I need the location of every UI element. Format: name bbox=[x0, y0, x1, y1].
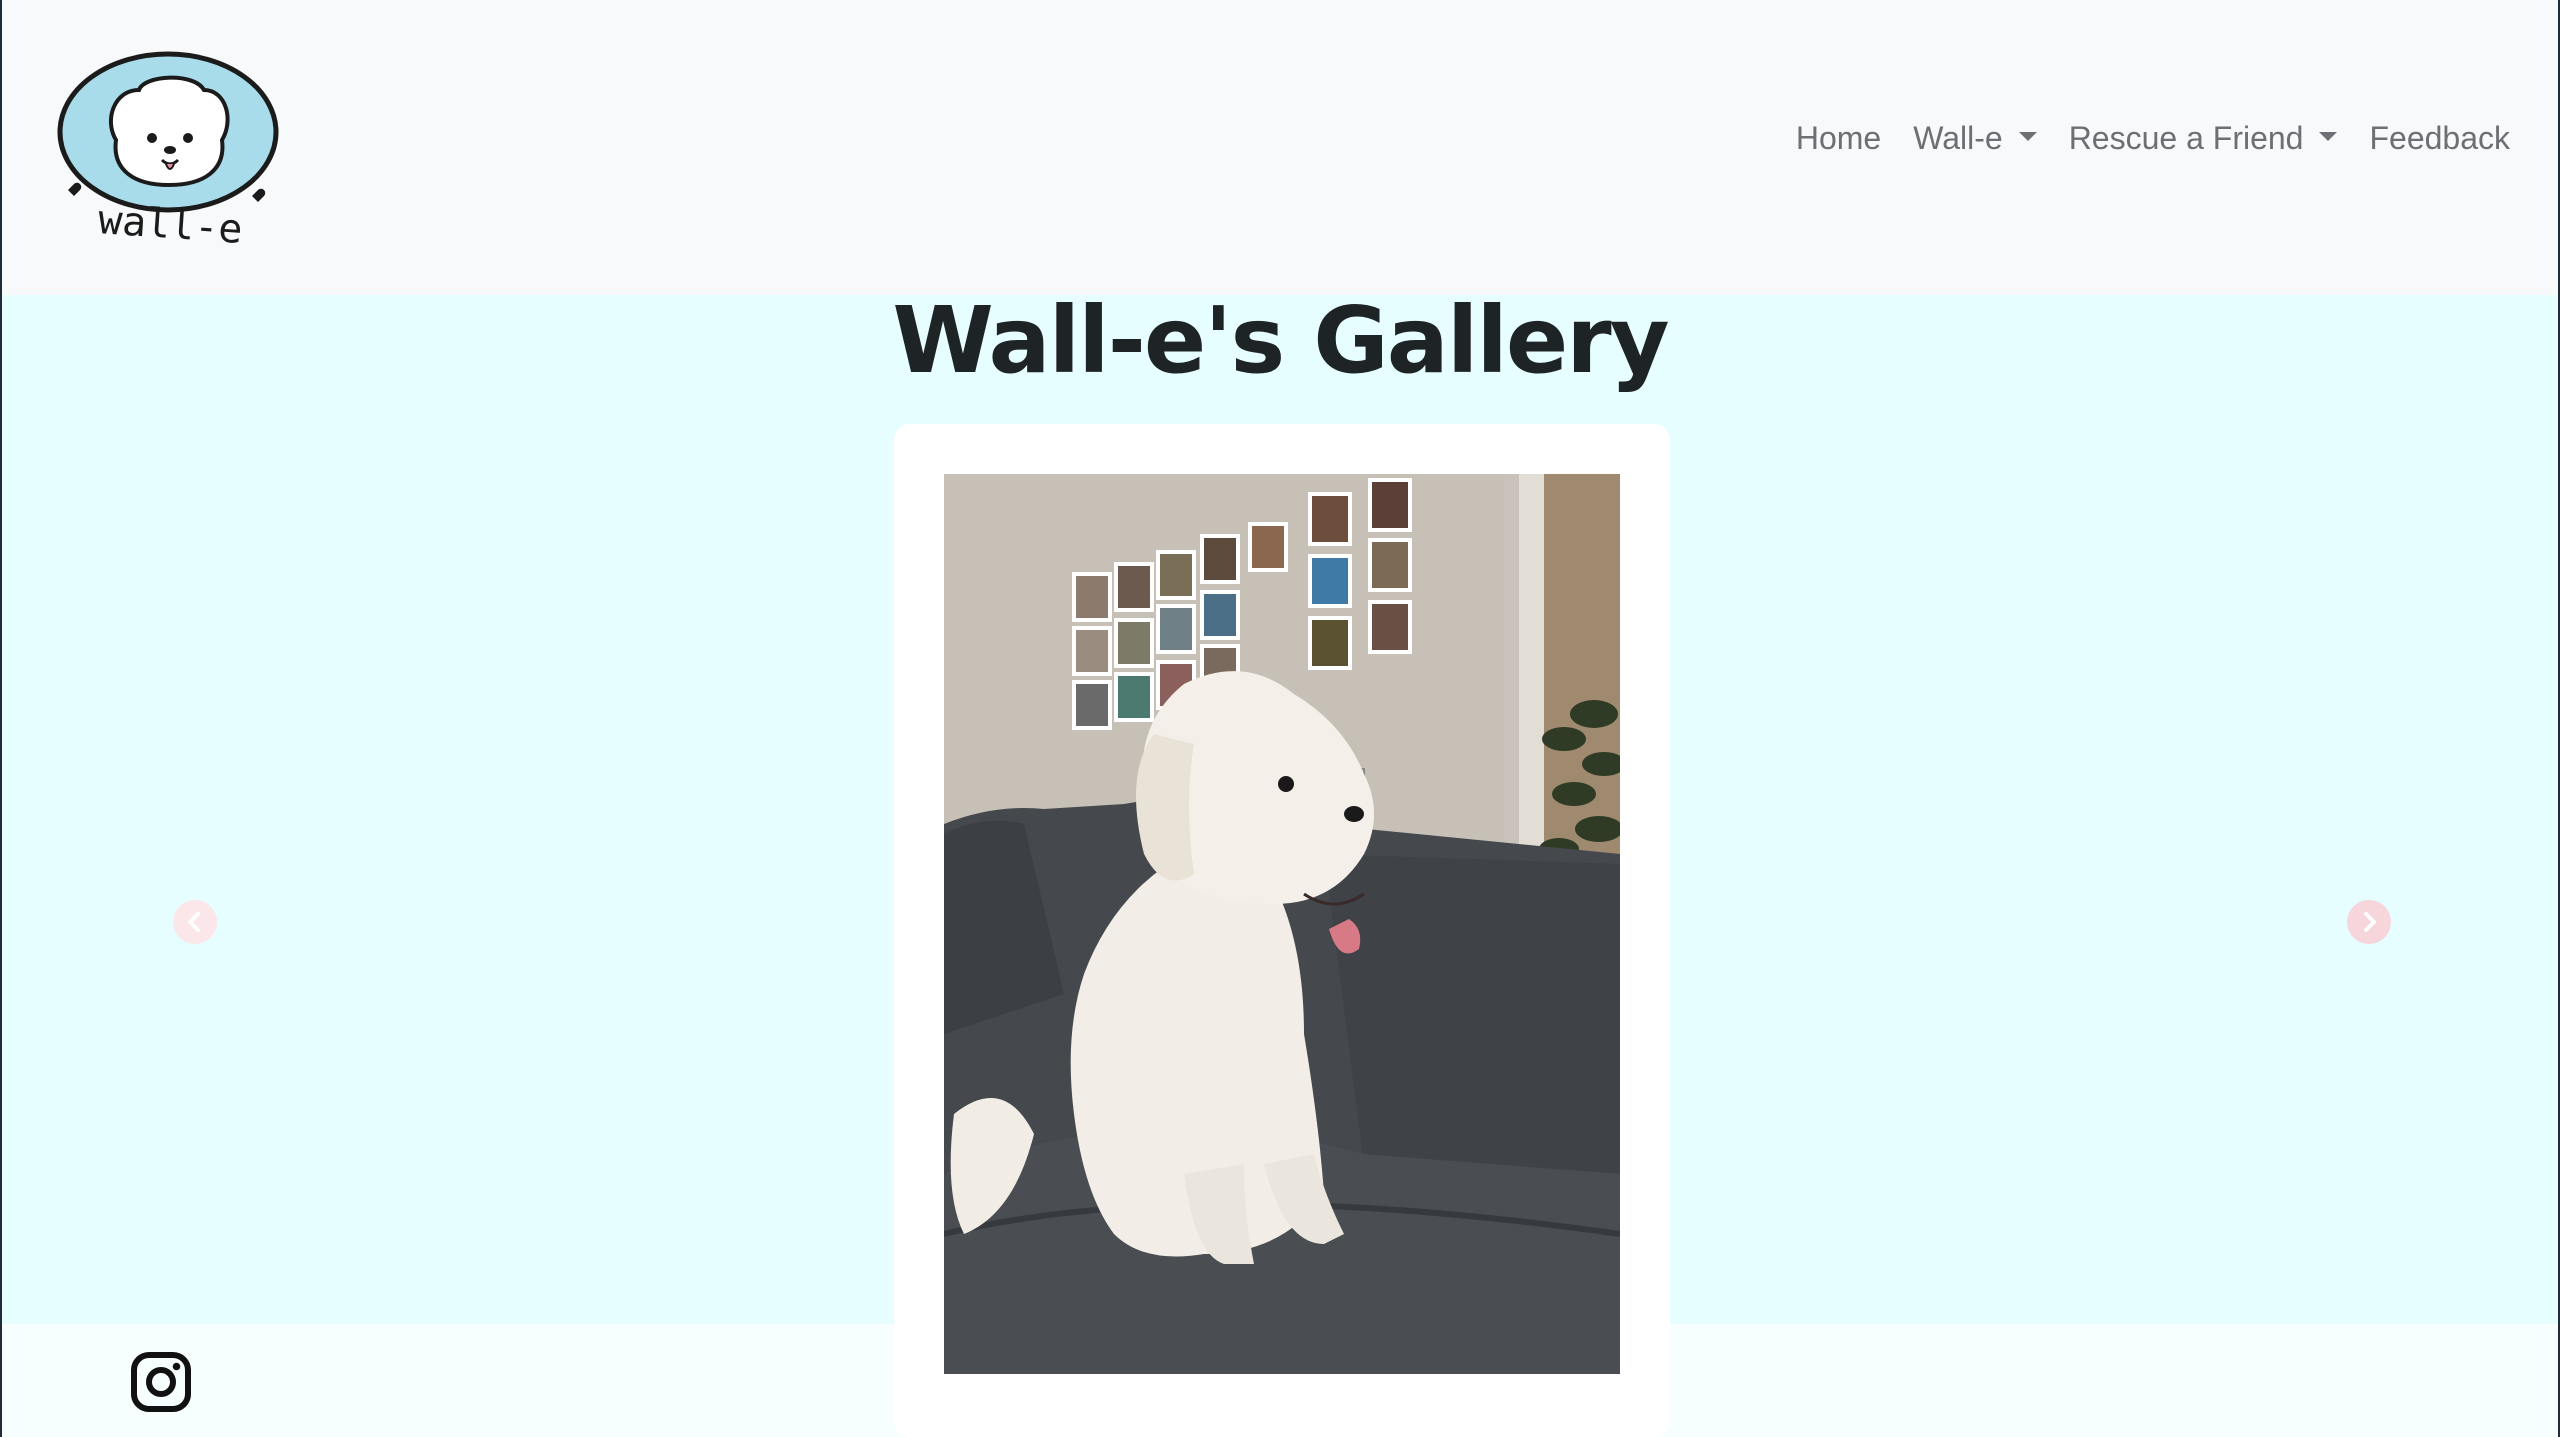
carousel-next-button[interactable] bbox=[2347, 900, 2391, 944]
nav-rescue-dropdown[interactable]: Rescue a Friend bbox=[2053, 120, 2354, 157]
page: wall-e Home Wall-e Rescue a Friend Feedb… bbox=[2, 0, 2558, 1437]
svg-text:wall-e: wall-e bbox=[97, 197, 244, 253]
nav-walle-dropdown[interactable]: Wall-e bbox=[1897, 120, 2052, 157]
caret-down-icon bbox=[2319, 132, 2338, 141]
gallery-photo bbox=[944, 474, 1620, 1374]
nav-links: Home Wall-e Rescue a Friend Feedback bbox=[1780, 120, 2526, 157]
gallery-card bbox=[894, 424, 1670, 1437]
chevron-right-icon bbox=[2364, 912, 2376, 932]
caret-down-icon bbox=[2018, 132, 2037, 141]
nav-feedback-label: Feedback bbox=[2369, 120, 2510, 156]
nav-home[interactable]: Home bbox=[1780, 120, 1897, 157]
nav-home-label: Home bbox=[1795, 120, 1882, 156]
nav-feedback[interactable]: Feedback bbox=[2353, 120, 2526, 157]
carousel-prev-button[interactable] bbox=[173, 900, 217, 944]
instagram-icon[interactable] bbox=[129, 1350, 193, 1414]
nav-walle-label: Wall-e bbox=[1913, 120, 2003, 156]
navbar: wall-e Home Wall-e Rescue a Friend Feedb… bbox=[2, 0, 2558, 295]
page-title: Wall-e's Gallery bbox=[892, 287, 1669, 394]
nav-rescue-label: Rescue a Friend bbox=[2068, 120, 2304, 156]
chevron-left-icon bbox=[188, 912, 200, 932]
brand-logo[interactable]: wall-e bbox=[54, 50, 286, 255]
